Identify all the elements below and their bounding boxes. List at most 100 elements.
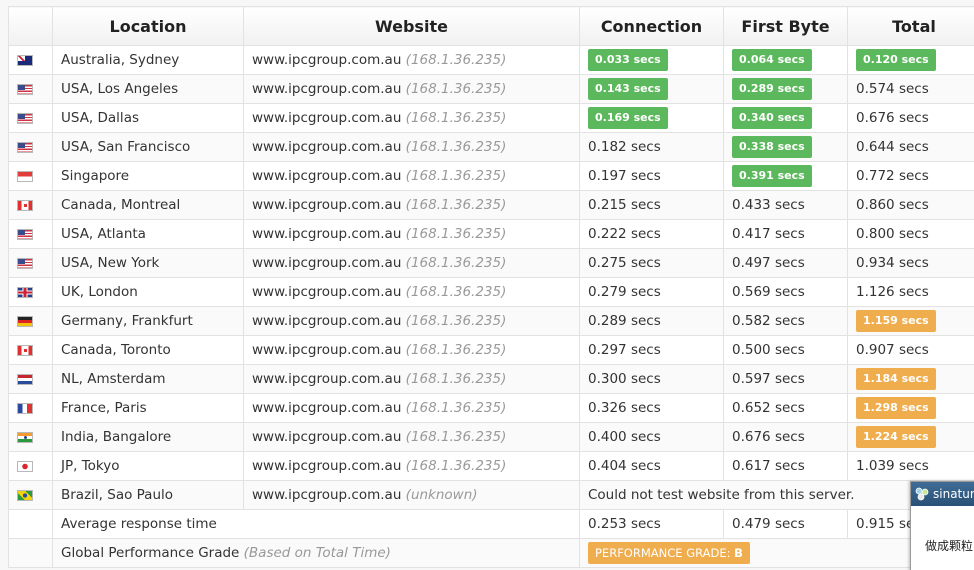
website-link[interactable]: www.ipcgroup.com.au — [252, 284, 401, 300]
website-link[interactable]: www.ipcgroup.com.au — [252, 52, 401, 68]
location-cell: USA, Atlanta — [52, 219, 244, 249]
total-cell: 1.039 secs — [847, 451, 974, 481]
website-link[interactable]: www.ipcgroup.com.au — [252, 255, 401, 271]
first-byte-value: 0.582 secs — [732, 313, 805, 329]
connection-cell: 0.143 secs — [579, 74, 724, 104]
total-badge: 1.224 secs — [856, 426, 936, 448]
table-row: USA, New York www.ipcgroup.com.au (168.1.… — [8, 248, 974, 278]
location-cell: NL, Amsterdam — [52, 364, 244, 394]
connection-badge: 0.169 secs — [588, 107, 668, 129]
connection-value: 0.400 secs — [588, 429, 661, 445]
brazil-flag-icon — [17, 489, 33, 501]
average-connection: 0.253 secs — [579, 509, 724, 539]
location-cell: Canada, Toronto — [52, 335, 244, 365]
first-byte-value: 0.497 secs — [732, 255, 805, 271]
connection-cell: 0.169 secs — [579, 103, 724, 133]
app-icon — [914, 486, 930, 502]
singapore-flag-icon — [17, 170, 33, 182]
header-first-byte: First Byte — [723, 6, 848, 46]
website-cell: www.ipcgroup.com.au (168.1.36.235) — [243, 422, 580, 452]
total-cell: 1.298 secs — [847, 393, 974, 423]
total-cell: 0.676 secs — [847, 103, 974, 133]
performance-table: Location Website Connection First Byte T… — [8, 6, 974, 568]
netherlands-flag-icon — [17, 373, 33, 385]
website-link[interactable]: www.ipcgroup.com.au — [252, 110, 401, 126]
table-row: JP, Tokyo www.ipcgroup.com.au (168.1.36.2… — [8, 451, 974, 481]
website-link[interactable]: www.ipcgroup.com.au — [252, 81, 401, 97]
connection-cell: 0.215 secs — [579, 190, 724, 220]
total-cell: 0.574 secs — [847, 74, 974, 104]
total-cell: 0.120 secs — [847, 45, 974, 75]
first-byte-cell: 0.340 secs — [723, 103, 848, 133]
website-link[interactable]: www.ipcgroup.com.au — [252, 313, 401, 329]
total-value: 1.039 secs — [856, 458, 929, 474]
website-link[interactable]: www.ipcgroup.com.au — [252, 429, 401, 445]
table-row-grade: Global Performance Grade (Based on Total… — [8, 538, 974, 568]
total-badge: 0.120 secs — [856, 49, 936, 71]
table-row: India, Bangalore www.ipcgroup.com.au (168… — [8, 422, 974, 452]
website-link[interactable]: www.ipcgroup.com.au — [252, 458, 401, 474]
popup-body: 做成颗粒 — [925, 539, 974, 553]
location-cell: UK, London — [52, 277, 244, 307]
website-cell: www.ipcgroup.com.au (168.1.36.235) — [243, 74, 580, 104]
website-link[interactable]: www.ipcgroup.com.au — [252, 487, 401, 503]
total-value: 0.574 secs — [856, 81, 929, 97]
table-row: Germany, Frankfurt www.ipcgroup.com.au (1… — [8, 306, 974, 336]
notification-popup[interactable]: sinatur 做成颗粒 — [910, 481, 974, 570]
connection-value: 0.300 secs — [588, 371, 661, 387]
website-cell: www.ipcgroup.com.au (168.1.36.235) — [243, 335, 580, 365]
total-value: 0.934 secs — [856, 255, 929, 271]
connection-cell: 0.400 secs — [579, 422, 724, 452]
first-byte-badge: 0.391 secs — [732, 165, 812, 187]
ip-address: (168.1.36.235) — [405, 284, 507, 300]
total-value: 1.126 secs — [856, 284, 929, 300]
ip-address: (168.1.36.235) — [405, 313, 507, 329]
canada-flag-icon — [17, 344, 33, 356]
website-link[interactable]: www.ipcgroup.com.au — [252, 197, 401, 213]
website-link[interactable]: www.ipcgroup.com.au — [252, 226, 401, 242]
ip-address: (168.1.36.235) — [405, 255, 507, 271]
location-cell: Australia, Sydney — [52, 45, 244, 75]
website-link[interactable]: www.ipcgroup.com.au — [252, 168, 401, 184]
table-row: Singapore www.ipcgroup.com.au (168.1.36.2… — [8, 161, 974, 191]
first-byte-cell: 0.500 secs — [723, 335, 848, 365]
grade-label-cell: Global Performance Grade (Based on Total… — [52, 538, 580, 568]
website-cell: www.ipcgroup.com.au (168.1.36.235) — [243, 451, 580, 481]
header-connection: Connection — [579, 6, 724, 46]
first-byte-cell: 0.433 secs — [723, 190, 848, 220]
table-row: UK, London www.ipcgroup.com.au (168.1.36.… — [8, 277, 974, 307]
location-cell: Singapore — [52, 161, 244, 191]
total-cell: 0.800 secs — [847, 219, 974, 249]
france-flag-icon — [17, 402, 33, 414]
first-byte-badge: 0.338 secs — [732, 136, 812, 158]
connection-cell: 0.297 secs — [579, 335, 724, 365]
popup-header[interactable]: sinatur — [911, 482, 974, 506]
location-cell: USA, New York — [52, 248, 244, 278]
first-byte-cell: 0.617 secs — [723, 451, 848, 481]
website-link[interactable]: www.ipcgroup.com.au — [252, 139, 401, 155]
website-cell: www.ipcgroup.com.au (168.1.36.235) — [243, 45, 580, 75]
total-badge: 1.298 secs — [856, 397, 936, 419]
total-cell: 0.772 secs — [847, 161, 974, 191]
grade-note: (Based on Total Time) — [243, 545, 391, 561]
connection-value: 0.404 secs — [588, 458, 661, 474]
germany-flag-icon — [17, 315, 33, 327]
website-link[interactable]: www.ipcgroup.com.au — [252, 371, 401, 387]
table-row: USA, Los Angeles www.ipcgroup.com.au (168… — [8, 74, 974, 104]
page: Location Website Connection First Byte T… — [0, 0, 974, 570]
first-byte-badge: 0.289 secs — [732, 78, 812, 100]
total-cell: 0.934 secs — [847, 248, 974, 278]
header-location: Location — [52, 6, 244, 46]
website-cell: www.ipcgroup.com.au (168.1.36.235) — [243, 132, 580, 162]
table-row-brazil: Brazil, Sao Paulo www.ipcgroup.com.au (u… — [8, 480, 974, 510]
connection-cell: 0.033 secs — [579, 45, 724, 75]
total-value: 0.860 secs — [856, 197, 929, 213]
website-link[interactable]: www.ipcgroup.com.au — [252, 342, 401, 358]
location-cell: France, Paris — [52, 393, 244, 423]
japan-flag-icon — [17, 460, 33, 472]
website-link[interactable]: www.ipcgroup.com.au — [252, 400, 401, 416]
location-cell: Germany, Frankfurt — [52, 306, 244, 336]
ip-address: (168.1.36.235) — [405, 429, 507, 445]
table-row: Canada, Montreal www.ipcgroup.com.au (168… — [8, 190, 974, 220]
first-byte-cell: 0.338 secs — [723, 132, 848, 162]
